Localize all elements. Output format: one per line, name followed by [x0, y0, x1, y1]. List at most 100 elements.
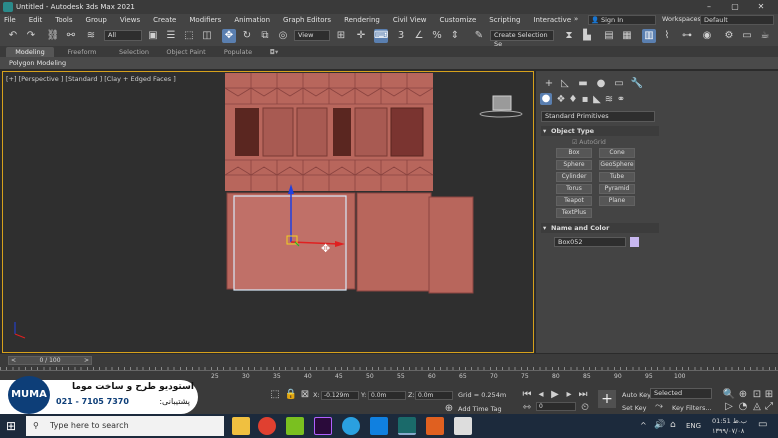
menu-rendering[interactable]: Rendering — [344, 16, 380, 24]
autogrid-checkbox[interactable]: ☑ AutoGrid — [572, 139, 606, 146]
angle-snap-icon[interactable]: ∠ — [412, 29, 426, 43]
set-key-big-icon[interactable]: + — [598, 390, 616, 408]
box-lower-middle[interactable] — [356, 192, 432, 292]
camtasia-icon[interactable] — [286, 417, 304, 435]
torus-button[interactable]: Torus — [556, 184, 592, 194]
menu-file[interactable]: File — [4, 16, 16, 24]
polygon-modeling-label[interactable]: Polygon Modeling — [9, 59, 66, 67]
menu-interactive[interactable]: Interactive — [533, 16, 571, 24]
clock-time[interactable]: 01:51 ب.ظ — [712, 417, 747, 425]
file-explorer-icon[interactable] — [232, 417, 250, 435]
ribbon-options-icon[interactable]: ◘▾ — [266, 47, 282, 57]
view-cube-icon[interactable] — [492, 95, 512, 111]
add-time-tag-button[interactable]: Add Time Tag — [458, 405, 502, 413]
network-icon[interactable]: ⌂ — [670, 420, 676, 430]
menu-modifiers[interactable]: Modifiers — [189, 16, 221, 24]
menu-more-icon[interactable]: » — [574, 15, 578, 23]
rendered-frame-window-icon[interactable]: ▭ — [740, 29, 754, 43]
selection-lock-icon[interactable]: 🔒 — [284, 388, 298, 402]
named-selection-set-dropdown[interactable]: Create Selection Se — [490, 30, 554, 48]
name-and-color-rollout[interactable]: ▾ Name and Color — [541, 223, 659, 233]
unlink-icon[interactable]: ⚯ — [64, 29, 78, 43]
goto-end-icon[interactable]: ⏭ — [576, 388, 590, 402]
object-color-swatch[interactable] — [630, 237, 639, 247]
spinner-snap-icon[interactable]: ⇕ — [448, 29, 462, 43]
isolate-selection-icon[interactable]: ⬚ — [268, 388, 282, 402]
play-icon[interactable]: ▶ — [548, 388, 562, 402]
object-type-rollout[interactable]: ▾ Object Type — [541, 126, 659, 136]
workspaces-select[interactable]: Default — [700, 15, 774, 25]
maximize-button[interactable]: ▢ — [722, 0, 748, 14]
geosphere-button[interactable]: GeoSphere — [599, 160, 635, 170]
tab-modeling[interactable]: Modeling — [6, 47, 54, 57]
select-scale-icon[interactable]: ⧉ — [258, 29, 272, 43]
systems-icon[interactable]: ⚭ — [614, 93, 628, 107]
window-panel[interactable] — [390, 107, 424, 157]
menu-animation[interactable]: Animation — [234, 16, 270, 24]
object-name-field[interactable]: Box052 — [554, 237, 626, 247]
cylinder-button[interactable]: Cylinder — [556, 172, 592, 182]
hierarchy-tab-icon[interactable]: ▬ — [576, 77, 590, 91]
edit-named-selection-icon[interactable]: ✎ — [472, 29, 486, 43]
y-coordinate-field[interactable]: 0.0m — [368, 391, 406, 400]
render-production-icon[interactable]: ☕ — [758, 29, 772, 43]
redo-icon[interactable]: ↷ — [24, 29, 38, 43]
select-by-name-icon[interactable]: ☰ — [164, 29, 178, 43]
key-mode-icon[interactable]: ⇿ — [520, 401, 534, 415]
z-coordinate-field[interactable]: 0.0m — [415, 391, 453, 400]
selected-dropdown[interactable]: Selected — [650, 388, 712, 399]
window-panel[interactable] — [262, 107, 294, 157]
selection-filter-dropdown[interactable]: All — [104, 30, 142, 41]
select-manipulate-icon[interactable]: ✛ — [354, 29, 368, 43]
plane-button[interactable]: Plane — [599, 196, 635, 206]
time-config-icon[interactable]: ⏲ — [578, 401, 592, 415]
textplus-button[interactable]: TextPlus — [556, 208, 592, 218]
time-slider[interactable]: < 0 / 100 > — [8, 356, 92, 365]
curve-editor-icon[interactable]: ⌇ — [660, 29, 674, 43]
photos-icon[interactable] — [454, 417, 472, 435]
select-rotate-icon[interactable]: ↻ — [240, 29, 254, 43]
premiere-icon[interactable] — [314, 417, 332, 435]
next-key-icon[interactable]: ▸ — [562, 388, 576, 402]
volume-icon[interactable]: 🔊 — [654, 420, 665, 430]
display-tab-icon[interactable]: ▭ — [612, 77, 626, 91]
perspective-viewport[interactable]: [+] [Perspective ] [Standard ] [Clay + E… — [2, 71, 534, 353]
maximize-viewport-icon[interactable]: ⤢ — [762, 400, 776, 414]
window-crossing-icon[interactable]: ◫ — [200, 29, 214, 43]
menu-group[interactable]: Group — [86, 16, 107, 24]
chrome-icon[interactable] — [258, 417, 276, 435]
material-editor-icon[interactable]: ◉ — [700, 29, 714, 43]
link-icon[interactable]: ⛓ — [46, 29, 60, 43]
current-frame-field[interactable]: 0 — [536, 402, 576, 411]
notifications-icon[interactable]: ▭ — [758, 419, 767, 430]
pivot-center-icon[interactable]: ⊞ — [334, 29, 348, 43]
tray-chevron-icon[interactable]: ^ — [640, 421, 647, 430]
geometry-icon[interactable]: ● — [540, 93, 552, 105]
cone-button[interactable]: Cone — [599, 148, 635, 158]
modify-tab-icon[interactable]: ◺ — [558, 77, 572, 91]
teapot-button[interactable]: Teapot — [556, 196, 592, 206]
toggle-scene-explorer-icon[interactable]: ▤ — [602, 29, 616, 43]
clock-date[interactable]: ۱۳۹۹/۰۷/۰۸ — [712, 427, 744, 435]
minimize-button[interactable]: – — [696, 0, 722, 14]
scene-canvas[interactable]: ✥ — [3, 72, 534, 353]
utilities-tab-icon[interactable]: 🔧 — [630, 77, 644, 91]
skype-icon[interactable] — [370, 417, 388, 435]
auto-key-button[interactable]: Auto Key — [622, 391, 651, 399]
sphere-button[interactable]: Sphere — [556, 160, 592, 170]
sign-in-button[interactable]: 👤 Sign In — [588, 15, 656, 25]
set-key-button[interactable]: Set Key — [622, 404, 647, 412]
language-indicator[interactable]: ENG — [686, 422, 701, 430]
tab-selection[interactable]: Selection — [110, 47, 158, 57]
menu-customize[interactable]: Customize — [440, 16, 477, 24]
toggle-layer-explorer-icon[interactable]: ▦ — [620, 29, 634, 43]
box-button[interactable]: Box — [556, 148, 592, 158]
tab-freeform[interactable]: Freeform — [58, 47, 106, 57]
telegram-icon[interactable] — [342, 417, 360, 435]
windows-start-icon[interactable]: ⊞ — [6, 419, 16, 433]
window-panel-dark[interactable] — [333, 108, 351, 156]
rectangular-region-icon[interactable]: ⬚ — [182, 29, 196, 43]
key-filters-button[interactable]: Key Filters... — [672, 404, 712, 412]
orbit-icon[interactable]: ◔ — [736, 400, 750, 414]
menu-civil-view[interactable]: Civil View — [393, 16, 427, 24]
